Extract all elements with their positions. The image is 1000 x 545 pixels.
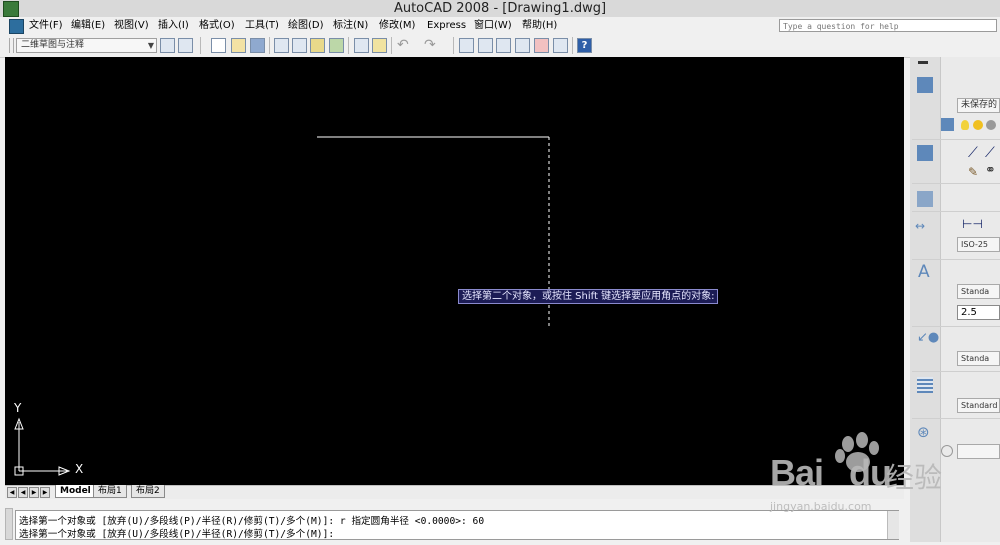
palette-minimize-icon[interactable] xyxy=(918,61,928,64)
dimension-icon[interactable]: ↔ xyxy=(915,219,925,233)
design-center-button[interactable] xyxy=(496,38,511,53)
lightbulb-icon[interactable] xyxy=(961,120,969,130)
toolbar-separator xyxy=(200,37,201,54)
polyline-tool-icon[interactable]: ⟋ xyxy=(985,145,995,161)
line-tool-icon[interactable]: ⟋ xyxy=(968,145,978,161)
palette-divider xyxy=(912,326,1000,327)
help-search-input[interactable]: Type a question for help xyxy=(779,19,997,32)
baidu-jingyan-watermark: Bai du 经验 jingyan.baidu.com xyxy=(770,430,1000,542)
drawing-area[interactable]: Y X xyxy=(5,57,904,485)
workspace-toolbar-button[interactable] xyxy=(178,38,193,53)
sheet-set-button[interactable] xyxy=(534,38,549,53)
match-properties-button[interactable] xyxy=(372,38,387,53)
menu-file[interactable]: 文件(F) xyxy=(29,17,63,35)
watermark-url: jingyan.baidu.com xyxy=(770,500,872,513)
workspace-settings-button[interactable] xyxy=(160,38,175,53)
menu-tools[interactable]: 工具(T) xyxy=(245,17,279,35)
plot-button[interactable] xyxy=(274,38,289,53)
dynamic-input-tooltip: 选择第二个对象，或按住 Shift 键选择要应用角点的对象: xyxy=(458,289,719,304)
command-prompt-line[interactable]: 选择第一个对象或 [放弃(U)/多段线(P)/半径(R)/修剪(T)/多个(M)… xyxy=(19,526,334,540)
command-window-grip[interactable] xyxy=(5,508,13,540)
toolbar-separator xyxy=(269,37,270,54)
menu-express[interactable]: Express xyxy=(427,17,466,35)
toolbar-separator xyxy=(348,37,349,54)
palette-divider xyxy=(912,371,1000,372)
menu-insert[interactable]: 插入(I) xyxy=(158,17,189,35)
tab-model[interactable]: Model xyxy=(55,485,96,498)
prev-tab-icon[interactable]: ◀ xyxy=(18,487,28,498)
help-icon[interactable]: ? xyxy=(577,38,592,53)
modify-icon[interactable] xyxy=(917,191,933,207)
linear-dim-icon[interactable]: ⊢⊣ xyxy=(962,217,983,231)
lock-icon[interactable] xyxy=(986,120,996,130)
watermark-brand: Bai xyxy=(770,452,824,493)
circle-tool-icon[interactable]: ⚭ xyxy=(985,163,996,178)
menu-edit[interactable]: 编辑(E) xyxy=(71,17,105,35)
text-height-field[interactable]: 2.5 xyxy=(957,305,1000,320)
toolbar-grip[interactable] xyxy=(9,38,14,53)
menu-dimension[interactable]: 标注(N) xyxy=(333,17,368,35)
tab-layout2[interactable]: 布局2 xyxy=(131,485,165,498)
sun-icon[interactable] xyxy=(973,120,983,130)
drawing-svg xyxy=(14,136,550,476)
watermark-brand-suffix: du xyxy=(849,452,892,493)
ucs-x-label: X xyxy=(75,462,84,476)
menu-view[interactable]: 视图(V) xyxy=(114,17,149,35)
publish-button[interactable] xyxy=(310,38,325,53)
menu-window[interactable]: 窗口(W) xyxy=(474,17,512,35)
command-line-window[interactable]: 选择第一个对象或 [放弃(U)/多段线(P)/半径(R)/修剪(T)/多个(M)… xyxy=(15,510,899,540)
open-file-button[interactable] xyxy=(231,38,246,53)
dim-style-combo[interactable]: ISO-25 xyxy=(957,237,1000,252)
table-icon[interactable] xyxy=(917,377,933,393)
palette-divider xyxy=(912,183,1000,184)
palette-divider xyxy=(912,418,1000,419)
first-tab-icon[interactable]: ◀ xyxy=(7,487,17,498)
multileader-icon[interactable]: ↙● xyxy=(917,330,939,345)
redo-icon[interactable]: ↷ xyxy=(424,37,436,53)
workspace-label: 二维草图与注释 xyxy=(21,40,85,50)
hatch-tool-icon[interactable]: ✎ xyxy=(968,165,978,179)
toolbar-separator xyxy=(572,37,573,54)
plot-preview-button[interactable] xyxy=(292,38,307,53)
menu-help[interactable]: 帮助(H) xyxy=(522,17,557,35)
text-style-combo[interactable]: Standa xyxy=(957,284,1000,299)
calculator-button[interactable] xyxy=(553,38,568,53)
menu-modify[interactable]: 修改(M) xyxy=(379,17,415,35)
command-history-line: 选择第一个对象或 [放弃(U)/多段线(P)/半径(R)/修剪(T)/多个(M)… xyxy=(19,516,485,527)
layers-icon[interactable] xyxy=(917,77,933,93)
text-icon[interactable]: A xyxy=(918,262,930,282)
layer-state-icon[interactable] xyxy=(941,118,954,131)
toolbar-separator xyxy=(453,37,454,54)
2d-draw-icon[interactable] xyxy=(917,145,933,161)
window-title: AutoCAD 2008 - [Drawing1.dwg] xyxy=(393,1,607,16)
properties-button[interactable] xyxy=(478,38,493,53)
next-tab-icon[interactable]: ▶ xyxy=(29,487,39,498)
palette-divider xyxy=(912,211,1000,212)
tool-palettes-button[interactable] xyxy=(515,38,530,53)
3d-dwf-button[interactable] xyxy=(329,38,344,53)
watermark-chinese: 经验 xyxy=(886,461,943,494)
ucs-icon xyxy=(14,417,71,476)
toolbar-separator xyxy=(391,37,392,54)
workspace-select[interactable]: 二维草图与注释 ▼ xyxy=(16,38,157,53)
layer-combo[interactable]: 未保存的 xyxy=(957,98,1000,113)
tab-layout1[interactable]: 布局1 xyxy=(93,485,127,498)
menu-format[interactable]: 格式(O) xyxy=(199,17,235,35)
undo-icon[interactable]: ↶ xyxy=(397,37,409,53)
palette-divider xyxy=(912,139,1000,140)
chevron-down-icon: ▼ xyxy=(147,41,154,50)
last-tab-icon[interactable]: ▶ xyxy=(40,487,50,498)
menu-draw[interactable]: 绘图(D) xyxy=(288,17,324,35)
title-bar: AutoCAD 2008 - [Drawing1.dwg] xyxy=(0,0,1000,18)
save-button[interactable] xyxy=(250,38,265,53)
ucs-y-label: Y xyxy=(14,401,22,415)
pan-button[interactable] xyxy=(459,38,474,53)
multileader-style-combo[interactable]: Standa xyxy=(957,351,1000,366)
cut-button[interactable] xyxy=(354,38,369,53)
new-file-button[interactable] xyxy=(211,38,226,53)
document-icon[interactable] xyxy=(9,19,24,34)
table-style-combo[interactable]: Standard xyxy=(957,398,1000,413)
palette-divider xyxy=(912,259,1000,260)
